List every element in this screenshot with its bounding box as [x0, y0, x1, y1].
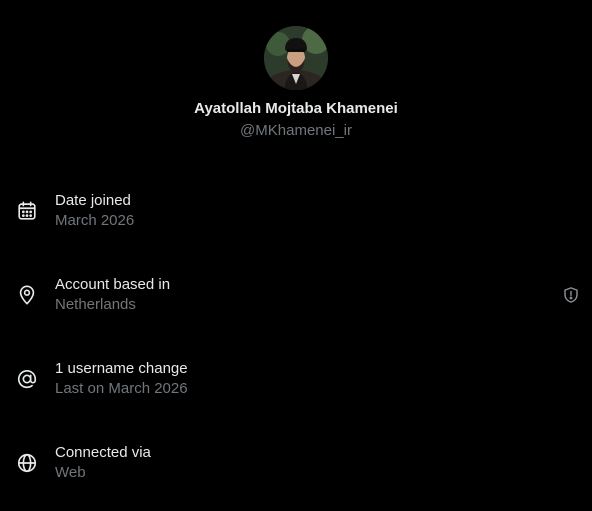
row-account-based-in: Account based in Netherlands: [0, 252, 592, 336]
globe-icon: [16, 452, 38, 474]
profile-handle: @MKhamenei_ir: [240, 122, 352, 139]
row-value: Last on March 2026: [55, 380, 188, 397]
row-title: Connected via: [55, 444, 151, 461]
row-text: 1 username change Last on March 2026: [55, 359, 188, 399]
row-username-change: 1 username change Last on March 2026: [0, 336, 592, 420]
row-title: Account based in: [55, 276, 171, 293]
profile-display-name: Ayatollah Mojtaba Khamenei: [194, 100, 398, 117]
row-title: 1 username change: [55, 360, 188, 377]
row-text: Date joined March 2026: [55, 191, 134, 231]
row-date-joined: Date joined March 2026: [0, 168, 592, 252]
row-text: Connected via Web: [55, 443, 151, 483]
shield-alert-icon[interactable]: [562, 286, 580, 304]
avatar[interactable]: [264, 26, 328, 90]
row-value: March 2026: [55, 212, 135, 229]
row-title: Date joined: [55, 192, 131, 209]
calendar-icon: [16, 200, 38, 222]
at-sign-icon: [16, 368, 38, 390]
row-value: Netherlands: [55, 296, 136, 313]
profile-header: Ayatollah Mojtaba Khamenei @MKhamenei_ir: [0, 0, 592, 141]
about-account-page: Ayatollah Mojtaba Khamenei @MKhamenei_ir: [0, 0, 592, 511]
account-info-list: Date joined March 2026 Account based in …: [0, 168, 592, 504]
row-value: Web: [55, 464, 86, 481]
avatar-image: [264, 26, 328, 90]
row-text: Account based in Netherlands: [55, 275, 170, 315]
location-pin-icon: [16, 284, 38, 306]
row-connected-via: Connected via Web: [0, 420, 592, 504]
